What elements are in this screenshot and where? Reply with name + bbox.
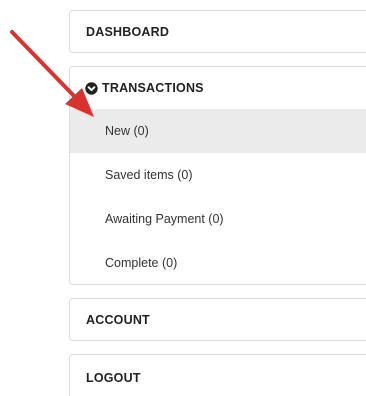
chevron-down-circle-icon (85, 81, 98, 95)
sidebar-menu: DASHBOARD TRANSACTIONS New (0) Saved ite… (0, 0, 366, 396)
submenu-item-new[interactable]: New (0) (70, 109, 366, 153)
submenu-item-complete[interactable]: Complete (0) (70, 241, 366, 285)
transactions-panel: TRANSACTIONS New (0) Saved items (0) Awa… (69, 66, 366, 285)
menu-item-account[interactable]: ACCOUNT (70, 299, 366, 340)
submenu-item-saved-items[interactable]: Saved items (0) (70, 153, 366, 197)
submenu-item-awaiting-payment[interactable]: Awaiting Payment (0) (70, 197, 366, 241)
menu-item-logout[interactable]: LOGOUT (70, 355, 366, 396)
menu-item-transactions[interactable]: TRANSACTIONS (70, 67, 366, 109)
annotation-arrow-shaft (10, 30, 79, 101)
account-panel: ACCOUNT (69, 298, 366, 341)
logout-panel: LOGOUT (69, 354, 366, 396)
menu-item-dashboard[interactable]: DASHBOARD (70, 11, 366, 52)
dashboard-panel: DASHBOARD (69, 10, 366, 53)
transactions-label: TRANSACTIONS (102, 81, 204, 95)
